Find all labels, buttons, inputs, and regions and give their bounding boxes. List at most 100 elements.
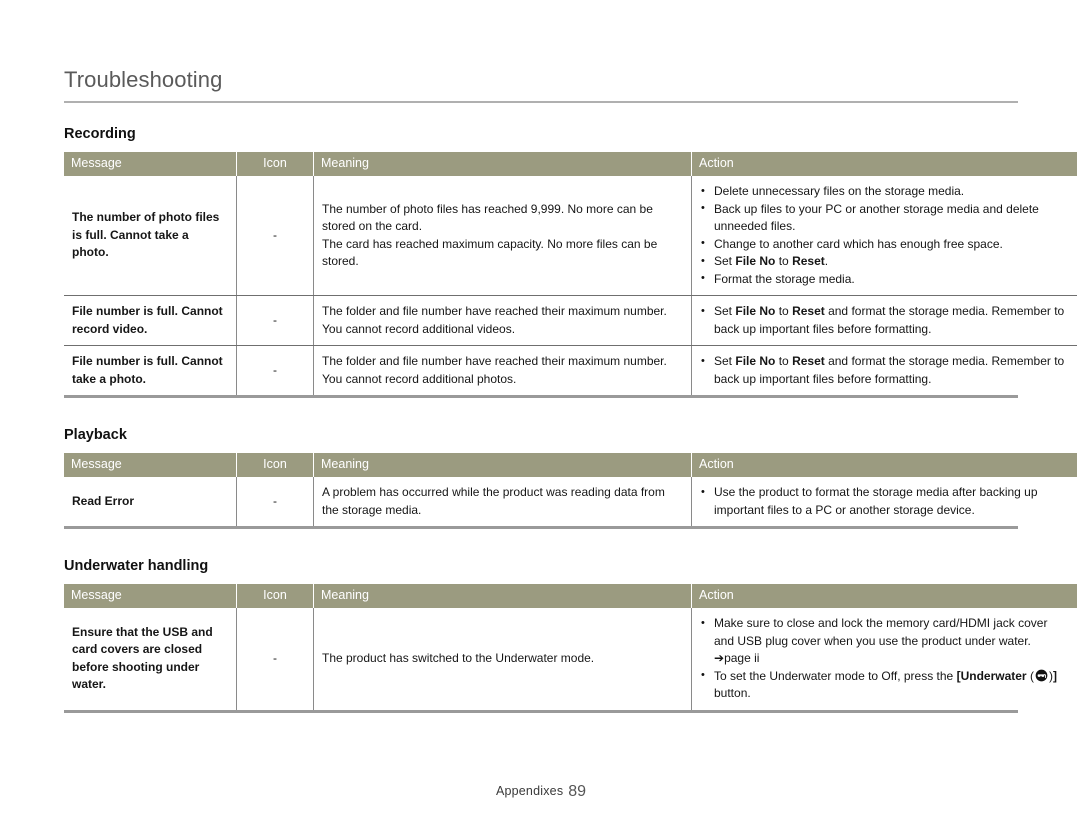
cell-meaning: The folder and file number have reached … bbox=[313, 345, 692, 395]
setting-value: Reset bbox=[792, 254, 825, 268]
meaning-line: The number of photo files has reached 9,… bbox=[322, 201, 653, 234]
cell-action: Delete unnecessary files on the storage … bbox=[691, 176, 1077, 296]
column-header-icon: Icon bbox=[236, 453, 314, 477]
action-item: Back up files to your PC or another stor… bbox=[700, 200, 1069, 236]
action-item: Delete unnecessary files on the storage … bbox=[700, 183, 1069, 201]
table-header-row: Message Icon Meaning Action bbox=[64, 584, 1077, 608]
action-text-pre: Set bbox=[714, 254, 736, 268]
cell-icon: - bbox=[236, 345, 314, 395]
cell-message: File number is full. Cannot record video… bbox=[64, 295, 237, 346]
cell-icon: - bbox=[236, 608, 314, 710]
action-list: Delete unnecessary files on the storage … bbox=[700, 183, 1069, 288]
section-heading-recording: Recording bbox=[64, 126, 136, 142]
cell-message: Ensure that the USB and card covers are … bbox=[64, 608, 237, 710]
table-playback: Message Icon Meaning Action Read Error -… bbox=[64, 453, 1077, 526]
meaning-line: A problem has occurred while the product… bbox=[322, 485, 665, 517]
table-row: The number of photo files is full. Canno… bbox=[64, 176, 1077, 296]
setting-name: File No bbox=[735, 254, 776, 268]
meaning-line: The product has switched to the Underwat… bbox=[322, 651, 595, 665]
setting-name: File No bbox=[735, 304, 776, 318]
cell-action: Set File No to Reset and format the stor… bbox=[692, 346, 1078, 396]
cell-action: Set File No to Reset and format the stor… bbox=[691, 295, 1077, 346]
bracket-close: ] bbox=[1052, 668, 1057, 683]
cell-message: File number is full. Cannot take a photo… bbox=[64, 345, 237, 395]
page-footer: Appendixes 89 bbox=[64, 783, 1018, 801]
action-item: Set File No to Reset and format the stor… bbox=[700, 303, 1069, 338]
action-text-pre: Set bbox=[714, 354, 736, 368]
column-header-message: Message bbox=[64, 152, 237, 176]
action-item: Change to another card which has enough … bbox=[700, 235, 1069, 254]
footer-section-label: Appendixes bbox=[495, 784, 564, 798]
action-item: Set File No to Reset and format the stor… bbox=[700, 353, 1069, 388]
table-body-underwater: Ensure that the USB and card covers are … bbox=[64, 608, 1077, 710]
section-heading-underwater-handling: Underwater handling bbox=[64, 558, 209, 574]
column-header-meaning: Meaning bbox=[313, 152, 692, 176]
cell-meaning: The product has switched to the Underwat… bbox=[313, 608, 692, 710]
table-header-recording: Message Icon Meaning Action bbox=[64, 152, 1077, 176]
table-header-underwater: Message Icon Meaning Action bbox=[64, 584, 1077, 608]
column-header-icon: Icon bbox=[236, 152, 314, 176]
action-item: Set File No to Reset. bbox=[700, 253, 1069, 271]
column-header-action: Action bbox=[691, 584, 1077, 608]
column-header-action: Action bbox=[691, 453, 1077, 477]
table-header-row: Message Icon Meaning Action bbox=[64, 152, 1077, 176]
setting-value: Reset bbox=[792, 304, 825, 318]
underwater-diving-mask-icon bbox=[1035, 669, 1048, 682]
table-body-recording: The number of photo files is full. Canno… bbox=[64, 176, 1077, 395]
action-text-pre: Set bbox=[714, 304, 736, 318]
column-header-message: Message bbox=[64, 584, 237, 608]
action-text-post: button. bbox=[714, 686, 751, 700]
column-header-meaning: Meaning bbox=[313, 453, 692, 477]
meaning-line: The folder and file number have reached … bbox=[322, 304, 667, 336]
cell-meaning: The folder and file number have reached … bbox=[313, 295, 692, 346]
action-item: Make sure to close and lock the memory c… bbox=[700, 615, 1069, 668]
cell-meaning: A problem has occurred while the product… bbox=[313, 477, 692, 526]
table-row: File number is full. Cannot record video… bbox=[64, 295, 1077, 346]
cell-icon: - bbox=[236, 176, 314, 296]
section-heading-playback: Playback bbox=[64, 427, 127, 443]
column-header-icon: Icon bbox=[236, 584, 314, 608]
action-text-pre: To set the Underwater mode to Off, press… bbox=[714, 668, 957, 683]
action-item: Use the product to format the storage me… bbox=[700, 484, 1069, 519]
action-item: Format the storage media. bbox=[700, 270, 1069, 289]
cell-action: Use the product to format the storage me… bbox=[692, 477, 1078, 526]
action-list: Set File No to Reset and format the stor… bbox=[700, 303, 1069, 338]
table-body-playback: Read Error - A problem has occurred whil… bbox=[64, 477, 1077, 526]
cell-message: Read Error bbox=[64, 477, 237, 526]
footer-page-number: 89 bbox=[568, 783, 587, 800]
page-reference-label: page ii bbox=[724, 651, 760, 665]
page-title: Troubleshooting bbox=[64, 67, 223, 92]
meaning-line: The card has reached maximum capacity. N… bbox=[322, 236, 658, 269]
action-list: Make sure to close and lock the memory c… bbox=[700, 615, 1069, 703]
action-list: Use the product to format the storage me… bbox=[700, 484, 1069, 519]
table-header-row: Message Icon Meaning Action bbox=[64, 453, 1077, 477]
setting-name: File No bbox=[735, 354, 776, 368]
table-bottom-divider bbox=[64, 709, 1018, 713]
page-reference-arrow-icon: ➔ bbox=[714, 651, 725, 665]
action-text: Make sure to close and lock the memory c… bbox=[714, 616, 1048, 648]
table-recording: Message Icon Meaning Action The number o… bbox=[64, 152, 1077, 395]
paren-open: ( bbox=[1026, 668, 1034, 683]
action-text-mid: to bbox=[775, 354, 793, 368]
action-text-post: . bbox=[824, 254, 829, 268]
cell-meaning: The number of photo files has reached 9,… bbox=[313, 176, 692, 296]
document-page: Troubleshooting Recording Message Icon M… bbox=[64, 0, 1077, 825]
meaning-line: The folder and file number have reached … bbox=[322, 354, 667, 386]
column-header-action: Action bbox=[691, 152, 1077, 176]
action-list: Set File No to Reset and format the stor… bbox=[700, 353, 1069, 388]
setting-value: Reset bbox=[792, 354, 825, 368]
cell-icon: - bbox=[236, 477, 314, 526]
table-row: Ensure that the USB and card covers are … bbox=[64, 608, 1077, 710]
action-item: To set the Underwater mode to Off, press… bbox=[700, 667, 1069, 703]
table-underwater-handling: Message Icon Meaning Action Ensure that … bbox=[64, 584, 1077, 710]
cell-message: The number of photo files is full. Canno… bbox=[64, 176, 237, 296]
button-name: Underwater bbox=[960, 668, 1027, 683]
table-row: File number is full. Cannot take a photo… bbox=[64, 345, 1078, 396]
cell-icon: - bbox=[236, 295, 314, 346]
column-header-meaning: Meaning bbox=[313, 584, 692, 608]
action-text-mid: to bbox=[775, 304, 793, 318]
cell-action: Make sure to close and lock the memory c… bbox=[692, 608, 1078, 710]
table-row: Read Error - A problem has occurred whil… bbox=[64, 477, 1077, 526]
action-text-mid: to bbox=[775, 254, 793, 268]
table-header-playback: Message Icon Meaning Action bbox=[64, 453, 1077, 477]
